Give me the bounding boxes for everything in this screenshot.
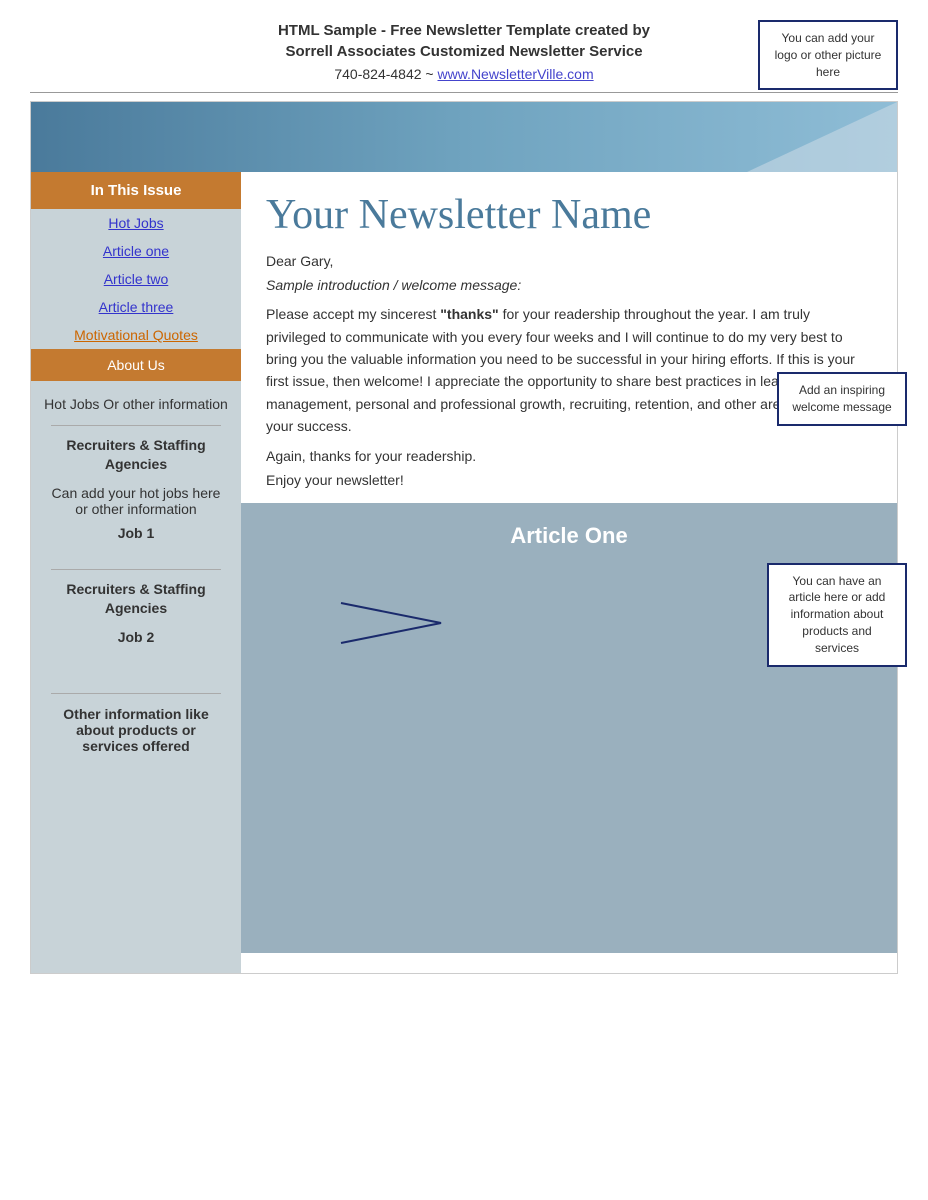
intro-italic: Sample introduction / welcome message: — [266, 277, 872, 293]
article-annotation-box: You can have an article here or add info… — [767, 563, 907, 667]
sidebar-recruiters-1: Recruiters & Staffing Agencies — [41, 430, 231, 481]
sidebar-divider-3 — [51, 693, 221, 694]
sidebar: In This Issue Hot Jobs Article one Artic… — [31, 172, 241, 973]
article-annotation-text: You can have an article here or add info… — [789, 574, 886, 655]
blue-banner — [31, 102, 897, 172]
header: HTML Sample - Free Newsletter Template c… — [30, 20, 898, 82]
body-text-1: Please accept my sincerest — [266, 306, 440, 322]
banner-decoration — [597, 102, 897, 172]
enjoy-line: Enjoy your newsletter! — [266, 472, 872, 488]
welcome-annotation-box: Add an inspiring welcome message — [777, 372, 907, 426]
content-area: In This Issue Hot Jobs Article one Artic… — [31, 172, 897, 973]
page-wrapper: HTML Sample - Free Newsletter Template c… — [0, 0, 928, 1200]
sidebar-item-article-three[interactable]: Article three — [31, 293, 241, 321]
header-divider — [30, 92, 898, 93]
body-bold: "thanks" — [440, 306, 498, 322]
article-one-title: Article One — [261, 523, 877, 549]
logo-annotation-box: You can add your logo or other picture h… — [758, 20, 898, 90]
sidebar-in-this-issue: In This Issue — [31, 172, 241, 209]
sidebar-recruiters-2: Recruiters & Staffing Agencies — [41, 574, 231, 625]
newsletter-name: Your Newsletter Name — [266, 192, 872, 238]
sidebar-other-info: Other information like about products or… — [41, 698, 231, 762]
sidebar-item-motivational[interactable]: Motivational Quotes — [31, 321, 241, 349]
main-content: Your Newsletter Name Dear Gary, Sample i… — [241, 172, 897, 973]
sidebar-divider-2 — [51, 569, 221, 570]
newsletter-container: In This Issue Hot Jobs Article one Artic… — [30, 101, 898, 974]
sidebar-hot-jobs-title: Hot Jobs Or other information — [41, 389, 231, 421]
article-one-section: Article One You can have an article here… — [241, 503, 897, 953]
sidebar-spacer-2 — [41, 649, 231, 669]
sidebar-divider-1 — [51, 425, 221, 426]
welcome-annotation-text: Add an inspiring welcome message — [792, 383, 891, 414]
sidebar-spacer-1 — [41, 545, 231, 565]
sidebar-item-hot-jobs[interactable]: Hot Jobs — [31, 209, 241, 237]
sidebar-hot-jobs-desc: Can add your hot jobs here or other info… — [41, 481, 231, 521]
header-website-link[interactable]: www.NewsletterVille.com — [438, 66, 594, 82]
thanks-line: Again, thanks for your readership. — [266, 448, 872, 464]
sidebar-job1: Job 1 — [41, 521, 231, 545]
sidebar-item-article-two[interactable]: Article two — [31, 265, 241, 293]
sidebar-job2: Job 2 — [41, 625, 231, 649]
dear-line: Dear Gary, — [266, 253, 872, 269]
sidebar-item-article-one[interactable]: Article one — [31, 237, 241, 265]
body-text-2: for your readership throughout the year.… — [266, 306, 855, 434]
sidebar-about-us: About Us — [31, 349, 241, 381]
sidebar-hot-jobs-section: Hot Jobs Or other information Recruiters… — [31, 381, 241, 770]
sidebar-spacer-3 — [41, 669, 231, 689]
article-arrow-svg — [321, 593, 501, 653]
header-phone: 740-824-4842 ~ — [334, 66, 437, 82]
logo-annotation-text: You can add your logo or other picture h… — [775, 31, 882, 79]
